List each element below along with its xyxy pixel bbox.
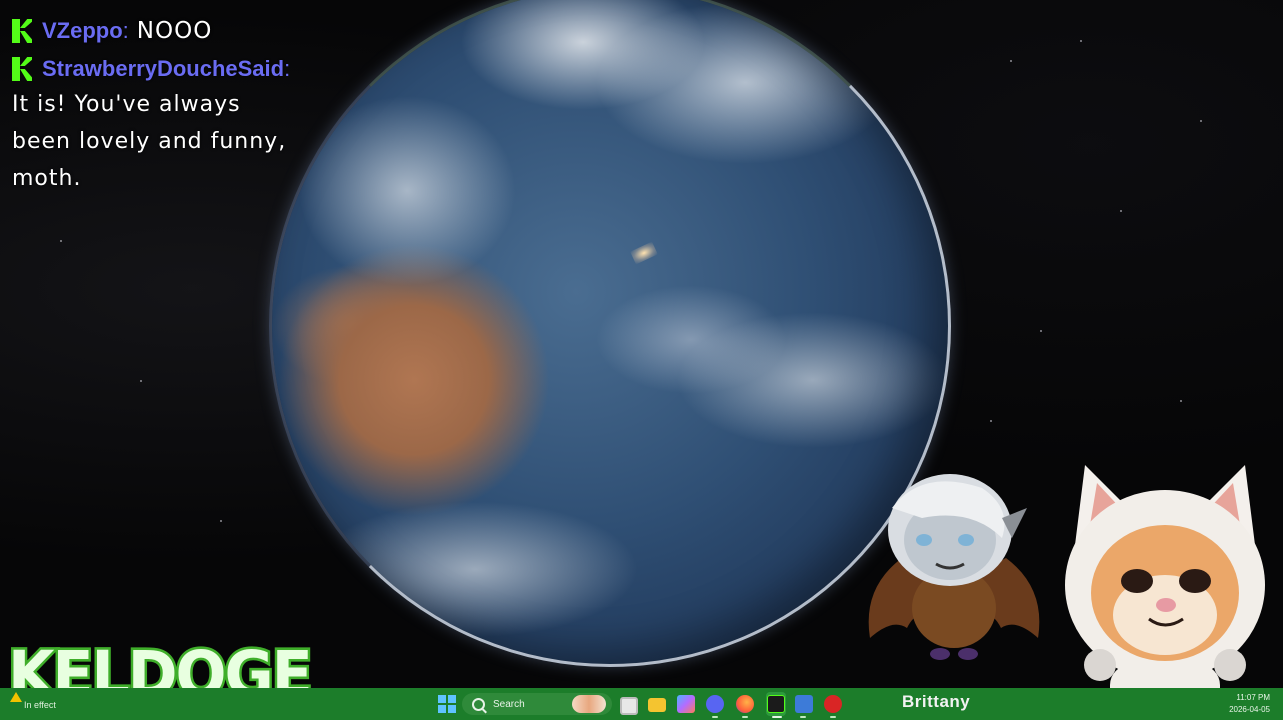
system-clock[interactable]: 11:07 PM 2026-04-05 [1222, 692, 1270, 716]
taskbar-user-label: Brittany [902, 692, 971, 711]
firefox-icon[interactable] [736, 695, 754, 713]
warning-icon [10, 692, 22, 702]
chat-text: NOOO [136, 18, 213, 44]
taskbar: In effect Search Brittany 11:07 PM 2026-… [0, 688, 1283, 720]
weather-alert[interactable]: In effect [10, 692, 60, 710]
alert-text: In effect [24, 700, 56, 710]
search-placeholder: Search [493, 698, 525, 710]
discord-icon[interactable] [706, 695, 724, 713]
copilot-icon[interactable] [677, 695, 695, 713]
chat-message: VZeppo : NOOO [12, 16, 312, 46]
kick-badge-icon [12, 57, 34, 81]
kick-badge-icon [12, 19, 34, 43]
media-player-icon[interactable] [824, 695, 842, 713]
chat-colon: : [122, 18, 129, 43]
chat-text: It is! You've always been lovely and fun… [12, 92, 287, 191]
clock-time: 11:07 PM [1236, 693, 1270, 702]
chat-username: StrawberryDoucheSaid [42, 56, 285, 81]
task-view-icon[interactable] [620, 697, 638, 715]
search-highlight-icon [572, 695, 606, 713]
chat-message: StrawberryDoucheSaid : It is! You've alw… [12, 54, 312, 197]
chat-overlay: VZeppo : NOOO StrawberryDoucheSaid : It … [12, 16, 312, 205]
clock-date: 2026-04-05 [1229, 705, 1270, 714]
file-explorer-icon[interactable] [648, 698, 666, 712]
taskbar-search[interactable]: Search [462, 693, 612, 715]
active-app-icon[interactable] [767, 695, 785, 713]
atmosphere-rim [269, 0, 951, 667]
cat-avatar [1065, 465, 1265, 720]
start-icon[interactable] [438, 695, 456, 713]
earth-globe [269, 0, 951, 667]
app-window-icon[interactable] [795, 695, 813, 713]
bat-avatar [868, 474, 1040, 660]
chat-colon: : [284, 56, 291, 81]
search-icon [472, 697, 485, 711]
chat-username: VZeppo [42, 18, 123, 43]
